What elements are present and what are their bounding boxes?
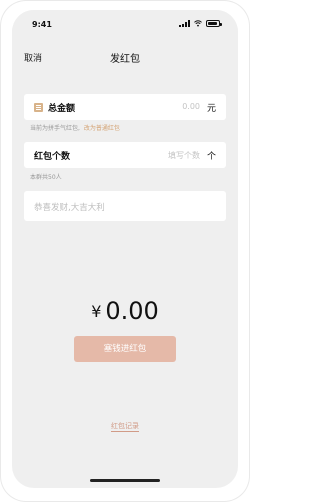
submit-button[interactable]: 塞钱进红包: [74, 336, 176, 362]
total-value: 0.00: [105, 297, 159, 325]
navigation-bar: 取消 发红包: [12, 42, 238, 70]
amount-hint-text: 当前为拼手气红包,: [30, 125, 80, 132]
records-link[interactable]: 红包记录: [12, 421, 238, 432]
status-time: 9:41: [32, 20, 52, 29]
amount-label: 总金额: [48, 104, 76, 114]
count-input[interactable]: 填写个数: [168, 150, 200, 161]
home-indicator: [90, 479, 160, 482]
status-bar: 9:41: [12, 10, 238, 38]
phone-frame: 9:41 取消 发红包 总金额 0.00 元 当前为拼手气红包, 改为普通红包 …: [0, 0, 250, 502]
status-icons: [179, 20, 222, 27]
count-unit: 个: [206, 152, 216, 162]
amount-hint: 当前为拼手气红包, 改为普通红包: [30, 123, 120, 132]
battery-icon: [206, 20, 222, 27]
records-link-label[interactable]: 红包记录: [111, 422, 139, 432]
red-packet-icon: [34, 103, 43, 112]
amount-unit: 元: [206, 104, 216, 114]
count-field[interactable]: 红包个数 填写个数 个: [24, 142, 226, 168]
wifi-icon: [194, 20, 202, 27]
count-label: 红包个数: [34, 152, 71, 162]
message-field[interactable]: 恭喜发财,大吉大利: [24, 191, 226, 221]
switch-to-normal-link[interactable]: 改为普通红包: [84, 125, 120, 132]
amount-field[interactable]: 总金额 0.00 元: [24, 94, 226, 120]
message-input[interactable]: 恭喜发财,大吉大利: [34, 201, 105, 213]
signal-icon: [179, 20, 190, 27]
amount-input[interactable]: 0.00: [182, 102, 200, 111]
page-title: 发红包: [110, 54, 140, 65]
total-amount: ¥0.00: [12, 297, 238, 325]
screen: 9:41 取消 发红包 总金额 0.00 元 当前为拼手气红包, 改为普通红包 …: [12, 10, 238, 488]
currency-symbol: ¥: [91, 301, 102, 321]
group-size-hint: 本群共50人: [30, 174, 62, 181]
